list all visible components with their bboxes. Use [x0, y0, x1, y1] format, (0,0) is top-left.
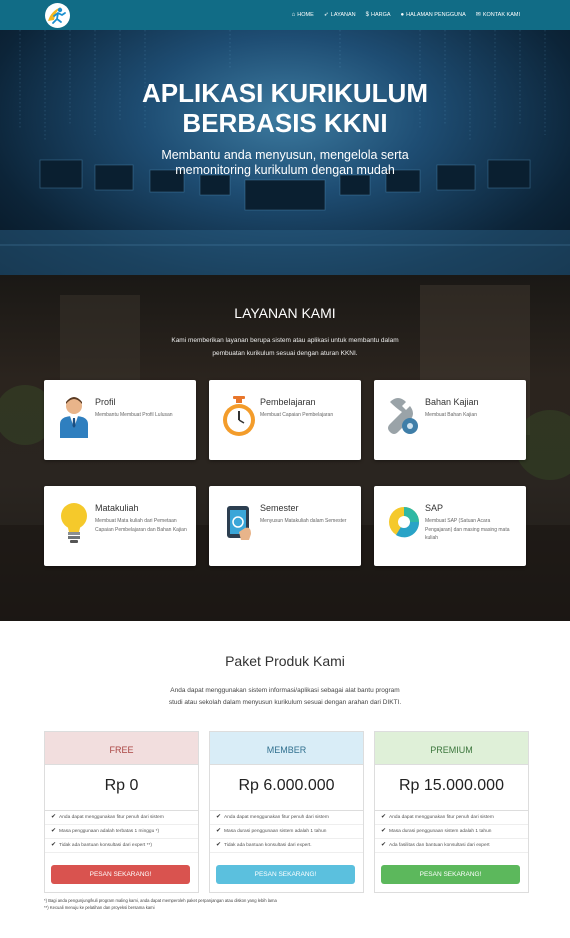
hero-title: APLIKASI KURIKULUM BERBASIS KKNI [0, 78, 570, 138]
check-icon: ✔ [381, 814, 387, 820]
plan-name: FREE [45, 732, 198, 765]
service-card-desc: Membuat Bahan Kajian [425, 412, 477, 418]
hero-banner: APLIKASI KURIKULUM BERBASIS KKNI Membant… [0, 30, 570, 275]
service-card-title: SAP [425, 503, 444, 513]
order-member-button[interactable]: PESAN SEKARANG! [216, 865, 355, 884]
footnote-1: *) Bagi anda pengunjung/kuli program mal… [44, 898, 277, 903]
tablet-icon [227, 506, 251, 540]
stopwatch-icon [223, 396, 255, 436]
pie-chart-icon [389, 507, 420, 538]
pricing-description: Anda dapat menggunakan sistem informasi/… [140, 685, 430, 709]
runner-logo-icon[interactable] [45, 3, 70, 28]
check-icon: ✔ [51, 814, 57, 820]
service-card-desc: Menyusun Matakuliah dalam Semester [260, 518, 347, 524]
dollar-icon: $ [365, 12, 369, 18]
plan-price: Rp 0 [45, 765, 198, 811]
nav-layanan-label: LAYANAN [330, 12, 356, 18]
plan-feature-text: Masa durasi penggunaan sistem adalah 1 t… [389, 829, 492, 834]
service-card-pembelajaran[interactable]: Pembelajaran Membuat Capaian Pembelajara… [209, 380, 361, 460]
hero-subtitle-line1: Membantu anda menyusun, mengelola serta [161, 148, 409, 162]
nav-kontak-kami[interactable]: ✉ KONTAK KAMI [476, 12, 520, 18]
plan-feature-text: Anda dapat menggunakan fitur penuh dari … [389, 815, 494, 820]
hero-title-line2: BERBASIS KKNI [182, 108, 388, 138]
plan-feature-text: Ada fasilitas dan bantuan konsultasi dar… [389, 843, 490, 848]
services-title: LAYANAN KAMI [234, 305, 336, 321]
plan-name: MEMBER [210, 732, 363, 765]
home-icon: ⌂ [291, 12, 296, 18]
nav-harga-label: HARGA [370, 12, 391, 18]
services-description-line2: pembuatan kurikulum sesuai dengan aturan… [212, 350, 358, 357]
nav-kontak-kami-label: KONTAK KAMI [482, 12, 520, 18]
plan-price: Rp 6.000.000 [210, 765, 363, 811]
service-card-title: Matakuliah [95, 503, 139, 513]
plan-feature-text: Masa penggunaan adalah terbatas 1 minggu… [59, 829, 160, 834]
service-card-semester[interactable]: Semester Menyusun Matakuliah dalam Semes… [209, 486, 361, 566]
plan-feature-text: Anda dapat menggunakan fitur penuh dari … [224, 815, 329, 820]
services-section: LAYANAN KAMI Kami memberikan layanan ber… [0, 275, 570, 621]
service-card-desc: Membuat SAP (Satuan Acara Pengajaran) da… [425, 518, 510, 541]
check-icon: ✔ [216, 842, 222, 848]
check-icon: ✔ [381, 828, 387, 834]
nav-home[interactable]: ⌂ HOME [292, 12, 314, 18]
service-card-desc: Membantu Membuat Profil Lulusan [95, 412, 173, 418]
nav-halaman-pengguna[interactable]: ● HALAMAN PENGGUNA [401, 12, 466, 18]
plan-feature: ✔ Anda dapat menggunakan fitur penuh dari… [210, 811, 363, 825]
plan-premium: PREMIUM Rp 15.000.000 ✔ Anda dapat menggu… [374, 731, 529, 893]
plan-feature: ✔ Anda dapat menggunakan fitur penuh dari… [375, 811, 528, 825]
plan-feature-text: Anda dapat menggunakan fitur penuh dari … [59, 815, 164, 820]
plan-price: Rp 15.000.000 [375, 765, 528, 811]
check-icon: ✔ [216, 814, 222, 820]
wrench-icon [388, 398, 418, 434]
hero-subtitle: Membantu anda menyusun, mengelola serta … [0, 148, 570, 178]
service-card-sap[interactable]: SAP Membuat SAP (Satuan Acara Pengajaran… [374, 486, 526, 566]
lightbulb-icon [61, 503, 87, 543]
service-card-desc: Membuat Mata kuliah dari Pemetaan Capaia… [95, 518, 187, 533]
pricing-title: Paket Produk Kami [225, 653, 345, 669]
nav-home-label: HOME [297, 12, 314, 18]
plan-feature-text: Tidak ada bantuan konsultasi dari expert… [59, 843, 152, 848]
plan-feature: ✔ Masa durasi penggunaan sistem adalah 1 … [375, 825, 528, 839]
user-icon: ● [400, 12, 405, 18]
person-icon [60, 397, 88, 438]
hero-subtitle-line2: memonitoring kurikulum dengan mudah [175, 163, 395, 177]
plan-feature: ✔ Tidak ada bantuan konsultasi dari exper… [210, 839, 363, 853]
service-card-profil[interactable]: Profil Membantu Membuat Profil Lulusan [44, 380, 196, 460]
nav-layanan[interactable]: ➶ LAYANAN [324, 12, 356, 18]
check-icon: ✔ [216, 828, 222, 834]
service-card-title: Pembelajaran [260, 397, 316, 407]
plan-free: FREE Rp 0 ✔ Anda dapat menggunakan fitur … [44, 731, 199, 893]
plan-feature: ✔ Masa durasi penggunaan sistem adalah 1 … [210, 825, 363, 839]
nav-harga[interactable]: $ HARGA [366, 12, 391, 18]
order-free-button[interactable]: PESAN SEKARANG! [51, 865, 190, 884]
service-card-title: Semester [260, 503, 299, 513]
plan-feature: ✔ Ada fasilitas dan bantuan konsultasi da… [375, 839, 528, 853]
plan-feature: ✔ Tidak ada bantuan konsultasi dari exper… [45, 839, 198, 853]
plan-name: PREMIUM [375, 732, 528, 765]
plan-feature-text: Masa durasi penggunaan sistem adalah 1 t… [224, 829, 327, 834]
service-card-desc: Membuat Capaian Pembelajaran [260, 412, 334, 418]
pricing-description-line2: studi atau sekolah dalam menyusun kuriku… [168, 699, 402, 706]
check-icon: ✔ [51, 828, 57, 834]
rocket-icon: ➶ [323, 12, 329, 18]
navbar: ⌂ HOME ➶ LAYANAN $ HARGA ● HALAMAN PENGG… [0, 0, 570, 30]
footnote-2: **) Kecuali menuju ke pelatihan dan proy… [44, 905, 155, 910]
service-card-title: Bahan Kajian [425, 397, 479, 407]
service-card-matakuliah[interactable]: Matakuliah Membuat Mata kuliah dari Peme… [44, 486, 196, 566]
main-menu: ⌂ HOME ➶ LAYANAN $ HARGA ● HALAMAN PENGG… [292, 0, 520, 30]
service-card-bahan-kajian[interactable]: Bahan Kajian Membuat Bahan Kajian [374, 380, 526, 460]
nav-halaman-pengguna-label: HALAMAN PENGGUNA [406, 12, 466, 18]
envelope-icon: ✉ [475, 12, 481, 18]
plan-feature: ✔ Masa penggunaan adalah terbatas 1 mingg… [45, 825, 198, 839]
services-description: Kami memberikan layanan berupa sistem at… [140, 334, 430, 360]
check-icon: ✔ [51, 842, 57, 848]
service-card-title: Profil [95, 397, 116, 407]
services-description-line1: Kami memberikan layanan berupa sistem at… [171, 337, 399, 344]
pricing-description-line1: Anda dapat menggunakan sistem informasi/… [170, 687, 400, 694]
plan-feature: ✔ Anda dapat menggunakan fitur penuh dari… [45, 811, 198, 825]
plan-member: MEMBER Rp 6.000.000 ✔ Anda dapat mengguna… [209, 731, 364, 893]
plan-feature-text: Tidak ada bantuan konsultasi dari expert… [224, 843, 312, 848]
order-premium-button[interactable]: PESAN SEKARANG! [381, 865, 520, 884]
check-icon: ✔ [381, 842, 387, 848]
hero-title-line1: APLIKASI KURIKULUM [142, 78, 428, 108]
